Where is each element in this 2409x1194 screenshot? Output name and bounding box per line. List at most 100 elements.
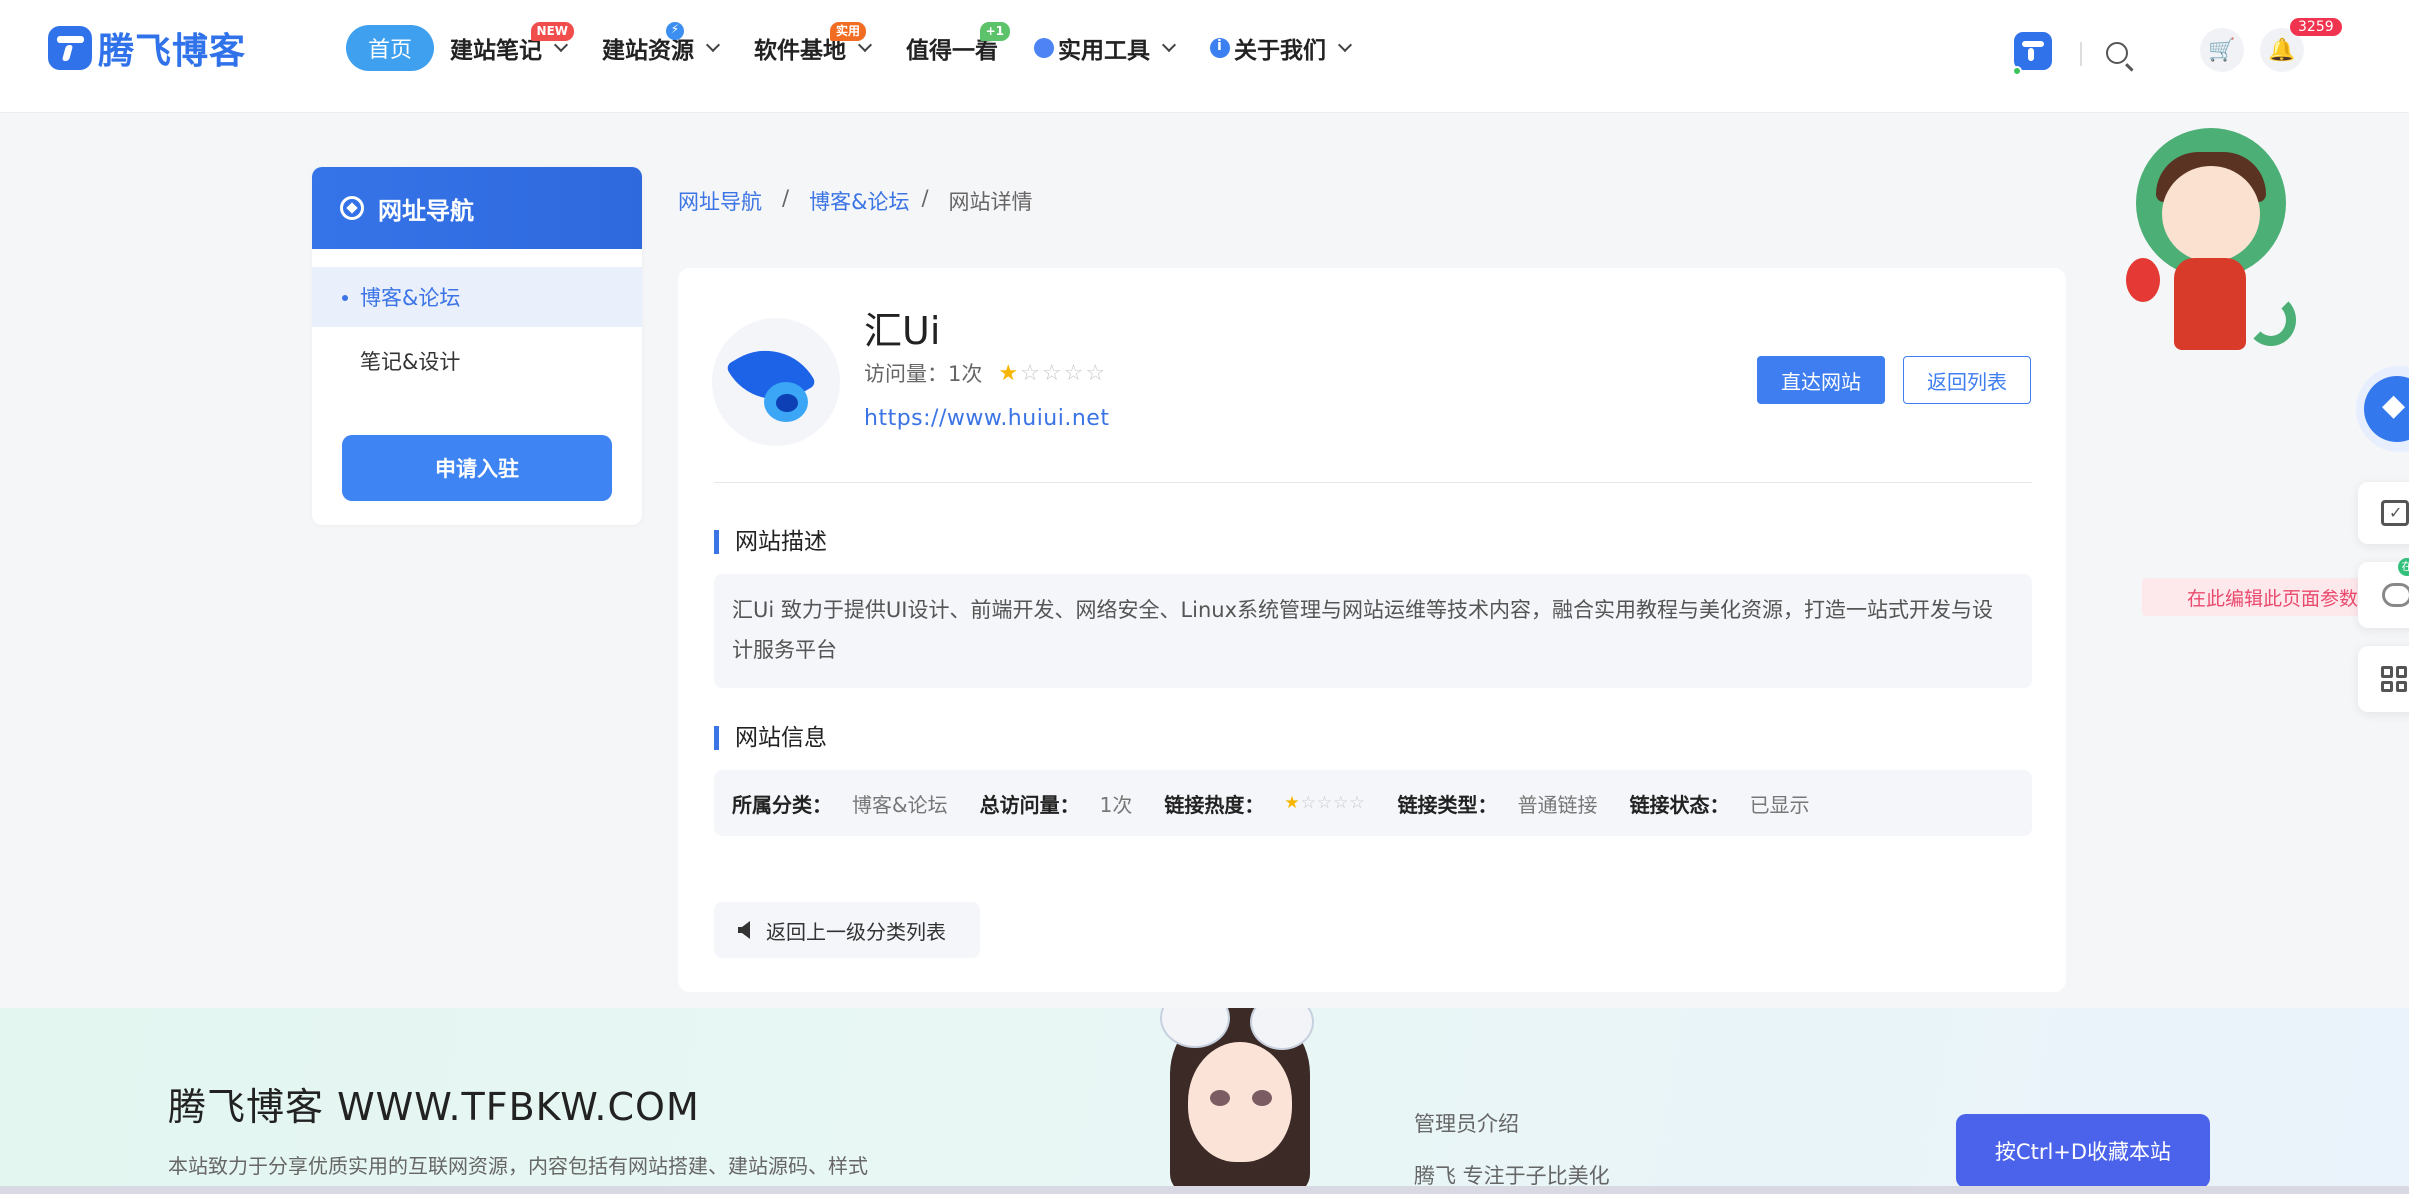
breadcrumb-sep: /: [921, 186, 929, 210]
back-to-category-button[interactable]: 返回上一级分类列表: [714, 902, 980, 958]
calendar-check-icon: [2381, 500, 2409, 526]
mascot-shape: [2162, 166, 2260, 262]
search-icon[interactable]: [2106, 42, 2128, 64]
star-icon: ☆: [1020, 360, 1042, 386]
site-logo-image: [712, 318, 840, 446]
site-info-row: 所属分类： 博客&论坛 总访问量： 1次 链接热度： ★☆☆☆☆ 链接类型： 普…: [714, 770, 2032, 836]
lantern-shape: [2126, 258, 2160, 302]
breadcrumb: 网址导航 / 博客&论坛 / 网站详情: [678, 186, 1033, 216]
nav-item-tools[interactable]: 实用工具: [1034, 24, 1177, 72]
nav-sidebar: 网址导航 博客&论坛 笔记&设计 申请入驻: [312, 167, 642, 525]
site-url-link[interactable]: https://www.huiui.net: [864, 406, 1109, 431]
heat-stars: ★☆☆☆☆: [1284, 793, 1365, 813]
star-icon: ☆: [1085, 360, 1108, 386]
logo-shape: [776, 394, 798, 412]
breadcrumb-sep: /: [782, 186, 790, 210]
site-detail-card: 汇Ui 访问量：1次 ★ ☆ ☆ ☆ ☆ https://www.huiui.net 直…: [678, 268, 2066, 992]
top-header: 腾飞博客 首页 建站笔记 NEW 建站资源 ⚡ 软件基地 实用 值得一看 +1 …: [0, 0, 2409, 112]
category-value: 博客&论坛: [852, 792, 948, 817]
back-to-list-button[interactable]: 返回列表: [1903, 356, 2031, 404]
description-title: 网站描述: [714, 530, 827, 554]
category-key: 所属分类：: [732, 792, 832, 817]
arrow-left-icon: [738, 921, 750, 939]
nav-item-resources[interactable]: 建站资源 ⚡: [602, 22, 721, 72]
diamond-icon: [2364, 376, 2409, 442]
footer-description: 本站致力于分享优质实用的互联网资源，内容包括有网站搭建、建站源码、样式: [168, 1154, 868, 1178]
divider: [714, 482, 2032, 483]
brand-name: 腾飞博客: [98, 31, 247, 72]
visit-site-button[interactable]: 直达网站: [1757, 356, 1885, 404]
qrcode-button[interactable]: [2358, 646, 2409, 712]
user-avatar[interactable]: [2014, 32, 2052, 70]
status-value: 已显示: [1749, 792, 1810, 817]
nav-label: 建站笔记: [450, 38, 543, 64]
plus-one-badge: +1: [979, 22, 1011, 41]
nav-item-worth[interactable]: 值得一看 +1: [906, 22, 1011, 72]
nav-item-about[interactable]: 关于我们: [1210, 24, 1353, 72]
page-footer: 腾飞博客 WWW.TFBKW.COM 本站致力于分享优质实用的互联网资源，内容包…: [0, 1008, 2409, 1194]
illustration-shape: [1252, 1090, 1272, 1106]
info-icon: [1210, 38, 1231, 58]
visits-value: 1次: [1099, 792, 1133, 817]
nav-item-notes[interactable]: 建站笔记 NEW: [450, 22, 575, 72]
visits-key: 总访问量：: [979, 792, 1080, 817]
footer-title: 腾飞博客 WWW.TFBKW.COM: [168, 1085, 700, 1129]
bottom-strip: [0, 1186, 2409, 1194]
compass-icon: [340, 196, 364, 220]
breadcrumb-current: 网站详情: [948, 190, 1033, 214]
cart-icon[interactable]: 🛒: [2200, 28, 2244, 72]
chat-icon: [2382, 583, 2409, 607]
bolt-icon: ⚡: [666, 22, 685, 40]
back-up-label: 返回上一级分类列表: [766, 919, 946, 944]
chevron-down-icon: [705, 37, 721, 53]
practical-badge: 实用: [830, 22, 867, 41]
nav-label: 关于我们: [1234, 38, 1327, 64]
nav-item-software[interactable]: 软件基地 实用: [754, 22, 873, 72]
mascot-shape: [2174, 258, 2246, 350]
star-icon: ☆: [1041, 360, 1064, 386]
chevron-down-icon: [1337, 37, 1353, 53]
sidebar-item-blog-forum[interactable]: 博客&论坛: [312, 267, 642, 327]
type-key: 链接类型：: [1397, 792, 1498, 817]
info-title: 网站信息: [714, 726, 827, 750]
checkin-button[interactable]: [2358, 482, 2409, 544]
mascot-illustration: [2126, 118, 2296, 356]
online-status-dot: [2012, 66, 2022, 76]
admin-title: 管理员介绍: [1414, 1112, 1519, 1136]
sidebar-header: 网址导航: [312, 167, 642, 249]
site-name: 汇Ui: [864, 309, 941, 353]
visits-label: 访问量：1次: [864, 362, 983, 386]
main-nav: 首页 建站笔记 NEW 建站资源 ⚡ 软件基地 实用 值得一看 +1 实用工具 …: [346, 22, 1386, 72]
type-value: 普通链接: [1517, 792, 1598, 817]
header-divider: [2080, 42, 2082, 66]
site-logo[interactable]: 腾飞博客: [48, 22, 246, 74]
nav-label: 实用工具: [1058, 38, 1151, 64]
notification-badge: 3259: [2290, 18, 2342, 36]
chevron-down-icon: [1161, 37, 1177, 53]
sidebar-item-notes-design[interactable]: 笔记&设计: [312, 331, 642, 391]
apply-join-button[interactable]: 申请入驻: [342, 435, 612, 501]
logo-icon: [48, 26, 92, 70]
rating-stars: ★ ☆ ☆ ☆ ☆: [998, 361, 1107, 386]
illustration-shape: [1210, 1090, 1230, 1106]
bookmark-button[interactable]: 按Ctrl+D收藏本站: [1956, 1114, 2210, 1188]
breadcrumb-nav[interactable]: 网址导航: [678, 186, 762, 216]
tools-icon: [1034, 38, 1055, 58]
star-icon: ☆: [1063, 360, 1086, 386]
sidebar-title: 网址导航: [378, 196, 474, 225]
description-text: 汇Ui 致力于提供UI设计、前端开发、网络安全、Linux系统管理与网站运维等技…: [714, 574, 2032, 688]
vip-button[interactable]: [2356, 366, 2409, 452]
star-icon: ☆☆☆☆: [1300, 793, 1366, 813]
site-visits: 访问量：1次 ★ ☆ ☆ ☆ ☆: [864, 358, 1107, 388]
nav-home[interactable]: 首页: [346, 25, 435, 71]
heat-key: 链接热度：: [1164, 792, 1265, 817]
breadcrumb-category[interactable]: 博客&论坛: [809, 186, 909, 216]
new-badge: NEW: [530, 22, 575, 41]
footer-illustration: [1140, 1008, 1340, 1194]
star-icon: ★: [1284, 793, 1301, 813]
qrcode-icon: [2381, 666, 2407, 692]
illustration-shape: [1188, 1042, 1292, 1162]
star-icon: ★: [998, 360, 1021, 386]
edit-page-hint[interactable]: 在此编辑此页面参数: [2142, 578, 2368, 616]
online-tag: 在: [2398, 558, 2409, 576]
